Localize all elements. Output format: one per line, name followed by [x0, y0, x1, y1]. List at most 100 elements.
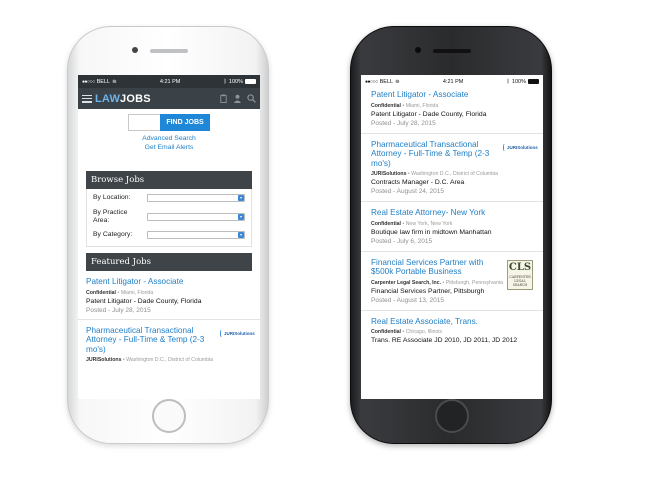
filter-location: By Location: ▾ [93, 194, 245, 202]
job-company: JURISolutions [371, 171, 407, 177]
chevron-down-icon: ▾ [238, 195, 244, 201]
earpiece-speaker [433, 49, 471, 53]
signal-icon: ●●○○○ [82, 78, 95, 85]
lawjobs-logo[interactable]: LAWJOBS [95, 93, 219, 105]
job-company: Confidential [371, 329, 401, 335]
list-item[interactable]: CLS CARPENTER LEGAL SEARCH Financial Ser… [361, 252, 543, 311]
black-phone: ●●○○○ BELL ≋ 4:21 PM ᛒ 100% Patent Litig… [350, 26, 552, 444]
job-company: Confidential [371, 102, 401, 109]
job-location: Pittsburgh, Pennsylvania [445, 279, 503, 286]
job-location: Washington D.C., District of Columbia [411, 171, 499, 177]
app-header: LAWJOBS [78, 88, 260, 109]
right-screen: ●●○○○ BELL ≋ 4:21 PM ᛒ 100% Patent Litig… [361, 75, 543, 399]
signal-icon: ●●○○○ [365, 78, 378, 85]
status-bar: ●●○○○ BELL ≋ 4:21 PM ᛒ 100% [361, 75, 543, 88]
browse-filters: By Location: ▾ By Practice Area: ▾ By Ca… [86, 189, 252, 247]
battery-icon [245, 79, 256, 84]
menu-icon[interactable] [82, 94, 92, 103]
earpiece-speaker [150, 49, 188, 53]
job-meta: JURISolutions • Washington D.C., Distric… [371, 171, 499, 177]
user-icon[interactable] [233, 94, 242, 103]
category-select[interactable]: ▾ [147, 231, 245, 239]
product-mockup: ●●○○○ BELL ≋ 4:21 PM ᛒ 100% LAWJOBS FIND… [0, 0, 650, 477]
job-title-link[interactable]: Real Estate Associate, Trans. [371, 317, 533, 327]
job-company: JURISolutions [86, 357, 122, 363]
job-company: Confidential [86, 289, 116, 296]
filter-label: By Location: [93, 194, 131, 202]
list-item[interactable]: Real Estate Attorney- New York Confident… [361, 202, 543, 252]
job-meta: Confidential • New York, New York [371, 220, 453, 227]
front-camera [132, 47, 138, 53]
battery-percent: 100% [511, 78, 526, 85]
job-location: Miami, Florida [120, 289, 154, 296]
list-item[interactable]: Real Estate Associate, Trans. Confidenti… [361, 311, 543, 351]
job-title-link[interactable]: Patent Litigator - Associate [86, 277, 252, 287]
logo-law: LAW [95, 92, 121, 105]
featured-jobs-heading: Featured Jobs [86, 253, 252, 271]
list-item[interactable]: Patent Litigator - Associate Confidentia… [78, 271, 260, 320]
filter-category: By Category: ▾ [93, 231, 245, 239]
carrier-label: BELL [379, 78, 394, 85]
battery-icon [528, 79, 539, 84]
job-search-bar: FIND JOBS [78, 114, 260, 131]
job-posted-date: Posted - July 6, 2015 [371, 237, 433, 245]
email-alerts-link[interactable]: Get Email Alerts [78, 143, 260, 152]
search-icon[interactable] [247, 94, 256, 103]
job-location: New York, New York [405, 220, 453, 227]
logo-jobs: JOBS [120, 92, 151, 105]
list-item[interactable]: JURISolutions Pharmaceutical Transaction… [361, 134, 543, 202]
home-button[interactable] [152, 399, 186, 433]
job-location: Washington D.C., District of Columbia [126, 357, 214, 363]
browse-jobs-heading: Browse Jobs [86, 171, 252, 189]
filter-label: By Category: [93, 231, 133, 239]
job-subtitle: Boutique law firm in midtown Manhattan [371, 228, 492, 236]
filter-label: By Practice Area: [93, 209, 128, 224]
list-item[interactable]: JURISolutions Pharmaceutical Transaction… [78, 320, 260, 369]
job-location: Chicago, Illinois [405, 329, 443, 335]
home-button[interactable] [435, 399, 469, 433]
job-subtitle: Contracts Manager - D.C. Area [371, 179, 465, 186]
clipboard-icon[interactable] [219, 94, 228, 103]
carrier-label: BELL [96, 78, 111, 85]
wifi-icon: ≋ [112, 78, 117, 85]
bluetooth-icon: ᛒ [506, 78, 510, 85]
job-posted-date: Posted - August 24, 2015 [371, 188, 444, 195]
battery-percent: 100% [228, 78, 243, 85]
job-meta: Confidential • Miami, Florida [371, 102, 439, 109]
job-meta: JURISolutions • Washington D.C., Distric… [86, 357, 214, 363]
job-title-link[interactable]: Patent Litigator - Associate [371, 90, 533, 100]
practice-area-select[interactable]: ▾ [147, 212, 245, 221]
wifi-icon: ≋ [395, 78, 400, 85]
jurisolutions-logo: JURISolutions [503, 143, 538, 153]
white-phone: ●●○○○ BELL ≋ 4:21 PM ᛒ 100% LAWJOBS FIND… [67, 26, 269, 444]
jurisolutions-logo: JURISolutions [220, 329, 255, 339]
bluetooth-icon: ᛒ [223, 78, 227, 85]
job-subtitle: Trans. RE Associate JD 2010, JD 2011, JD… [371, 337, 518, 344]
status-time: 4:21 PM [442, 78, 464, 85]
job-posted-date: Posted - August 13, 2015 [371, 296, 444, 304]
job-subtitle: Patent Litigator - Dade County, Florida [86, 297, 202, 305]
filter-practice-area: By Practice Area: ▾ [93, 209, 245, 224]
chevron-down-icon: ▾ [238, 213, 244, 220]
job-location: Miami, Florida [405, 102, 439, 109]
find-jobs-button[interactable]: FIND JOBS [160, 114, 210, 131]
job-posted-date: Posted - July 28, 2015 [86, 306, 151, 314]
status-bar: ●●○○○ BELL ≋ 4:21 PM ᛒ 100% [78, 75, 260, 88]
list-item[interactable]: Patent Litigator - Associate Confidentia… [361, 88, 543, 134]
front-camera [415, 47, 421, 53]
job-posted-date: Posted - July 28, 2015 [371, 119, 436, 127]
job-list: Patent Litigator - Associate Confidentia… [361, 88, 543, 350]
chevron-down-icon: ▾ [238, 232, 244, 238]
job-subtitle: Patent Litigator - Dade County, Florida [371, 110, 487, 118]
search-input[interactable] [128, 114, 161, 131]
location-select[interactable]: ▾ [147, 194, 245, 202]
status-time: 4:21 PM [159, 78, 181, 85]
job-company: Confidential [371, 220, 401, 227]
carpenter-legal-search-logo: CLS CARPENTER LEGAL SEARCH [507, 259, 533, 290]
job-title-link[interactable]: Real Estate Attorney- New York [371, 208, 533, 218]
left-screen: ●●○○○ BELL ≋ 4:21 PM ᛒ 100% LAWJOBS FIND… [78, 75, 260, 399]
job-company: Carpenter Legal Search, Inc. [371, 279, 442, 286]
job-meta: Confidential • Miami, Florida [86, 289, 154, 296]
advanced-search-link[interactable]: Advanced Search [78, 134, 260, 143]
job-meta: Confidential • Chicago, Illinois [371, 329, 443, 335]
